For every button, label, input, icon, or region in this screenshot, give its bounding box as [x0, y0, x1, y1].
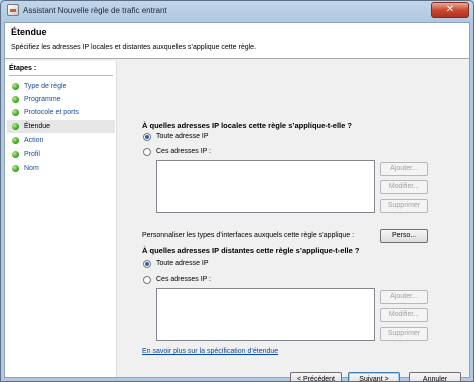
step-action[interactable]: Action: [7, 134, 115, 147]
green-dot-icon: [12, 137, 19, 144]
local-delete-button[interactable]: Supprimer: [380, 199, 428, 213]
window-title: Assistant Nouvelle règle de trafic entra…: [23, 6, 167, 15]
cancel-button[interactable]: Annuler: [409, 372, 461, 381]
remote-ip-question: À quelles adresses IP distantes cette rè…: [142, 246, 360, 255]
step-label: Nom: [24, 165, 39, 172]
step-label: Protocole et ports: [24, 109, 79, 116]
close-button[interactable]: ✕: [431, 2, 469, 18]
green-dot-icon: [12, 83, 19, 90]
steps-title: Étapes :: [9, 65, 37, 72]
green-dot-icon: [12, 96, 19, 103]
step-type-de-regle[interactable]: Type de règle: [7, 80, 115, 93]
firewall-app-icon: [7, 4, 19, 16]
remote-add-button[interactable]: Ajouter...: [380, 290, 428, 304]
learn-more-link[interactable]: En savoir plus sur la spécification d’ét…: [142, 348, 278, 355]
step-nom[interactable]: Nom: [7, 162, 115, 175]
step-label: Programme: [24, 96, 61, 103]
local-these-ip-label[interactable]: Ces adresses IP :: [156, 148, 211, 155]
main-panel: À quelles adresses IP locales cette règl…: [118, 61, 469, 381]
steps-sidebar: Étapes : Type de règle Programme Protoco…: [5, 61, 117, 377]
step-label: Action: [24, 137, 44, 144]
local-add-button[interactable]: Ajouter...: [380, 162, 428, 176]
local-any-ip-radio[interactable]: [143, 133, 151, 141]
green-dot-icon: [12, 165, 19, 172]
local-any-ip-label[interactable]: Toute adresse IP: [156, 133, 209, 140]
local-modify-button[interactable]: Modifier...: [380, 180, 428, 194]
page-subtitle: Spécifiez les adresses IP locales et dis…: [11, 44, 257, 51]
client-area: Étendue Spécifiez les adresses IP locale…: [4, 22, 470, 381]
green-dot-icon: [12, 109, 19, 116]
back-button[interactable]: < Précédent: [290, 372, 342, 381]
title-bar[interactable]: Assistant Nouvelle règle de trafic entra…: [1, 1, 473, 21]
wizard-header: Étendue Spécifiez les adresses IP locale…: [5, 23, 469, 59]
remote-these-ip-radio[interactable]: [143, 276, 151, 284]
interface-types-text: Personnaliser les types d’interfaces aux…: [142, 232, 355, 239]
remote-any-ip-label[interactable]: Toute adresse IP: [156, 260, 209, 267]
local-these-ip-radio[interactable]: [143, 148, 151, 156]
local-ip-list[interactable]: [156, 160, 375, 213]
step-label: Étendue: [24, 123, 51, 130]
remote-ip-list[interactable]: [156, 288, 375, 341]
step-protocole-et-ports[interactable]: Protocole et ports: [7, 106, 115, 119]
page-title: Étendue: [11, 27, 47, 37]
wizard-window: Assistant Nouvelle règle de trafic entra…: [0, 0, 474, 382]
next-button[interactable]: Suivant >: [348, 372, 400, 381]
step-etendue[interactable]: Étendue: [7, 120, 115, 133]
step-profil[interactable]: Profil: [7, 148, 115, 161]
green-dot-icon: [12, 151, 19, 158]
steps-divider: [9, 75, 113, 76]
step-programme[interactable]: Programme: [7, 93, 115, 106]
remote-delete-button[interactable]: Supprimer: [380, 327, 428, 341]
local-ip-question: À quelles adresses IP locales cette règl…: [142, 121, 352, 130]
green-dot-icon: [12, 123, 19, 130]
remote-any-ip-radio[interactable]: [143, 260, 151, 268]
remote-modify-button[interactable]: Modifier...: [380, 308, 428, 322]
step-label: Type de règle: [24, 83, 67, 90]
remote-these-ip-label[interactable]: Ces adresses IP :: [156, 276, 211, 283]
customize-interfaces-button[interactable]: Perso...: [380, 229, 428, 243]
step-label: Profil: [24, 151, 40, 158]
